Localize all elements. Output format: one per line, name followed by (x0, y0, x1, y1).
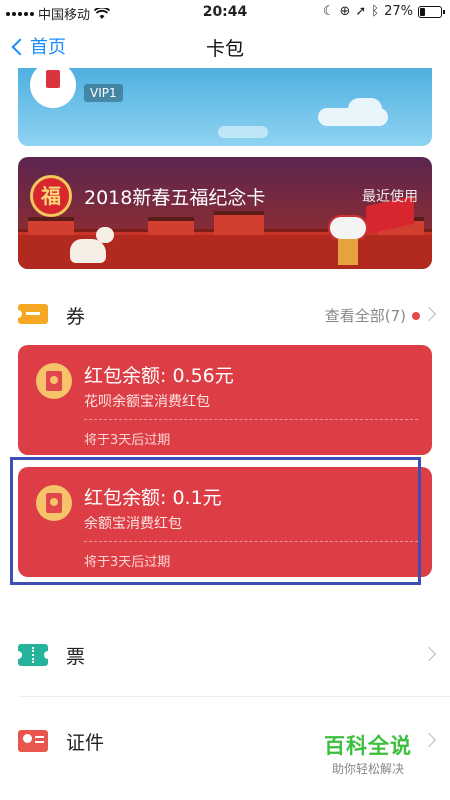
dashed-divider (84, 541, 418, 542)
cloud-decoration (348, 98, 382, 120)
red-packet-icon (36, 485, 72, 521)
ticket-icon (14, 644, 52, 666)
fu-card-title: 2018新春五福纪念卡 (84, 187, 266, 209)
battery-fill (420, 7, 425, 16)
vip-badge: VIP1 (84, 84, 123, 102)
red-packet-description: 花呗余额宝消费红包 (84, 394, 210, 410)
ids-title: 证件 (66, 732, 105, 754)
lion-dance-illustration (328, 215, 368, 265)
rotation-lock-icon: ⊕ (339, 4, 351, 19)
dashed-divider (84, 419, 418, 420)
id-card-icon (18, 730, 48, 752)
chevron-right-icon (421, 306, 437, 322)
red-packet-card[interactable]: 红包余额: 0.56元 花呗余额宝消费红包 将于3天后过期 (18, 345, 432, 455)
location-icon: ➚ (355, 4, 367, 19)
red-packet-description: 余额宝消费红包 (84, 516, 182, 532)
red-packet-expiry: 将于3天后过期 (84, 433, 171, 448)
notification-dot (412, 312, 420, 320)
divider (18, 696, 450, 697)
red-packet-amount: 红包余额: 0.1元 (84, 487, 222, 509)
tickets-row[interactable]: 票 (0, 634, 450, 678)
watermark-title: 百科全说 (324, 734, 412, 758)
chevron-right-icon (421, 732, 437, 748)
chevron-right-icon (421, 646, 437, 662)
watermark: 百科全说 助你轻松解决 (324, 730, 412, 777)
status-right: ☾ ⊕ ➚ ᛒ 27% (322, 4, 445, 19)
status-bar: 中国移动 20:44 ☾ ⊕ ➚ ᛒ 27% (0, 0, 450, 24)
battery-icon (418, 5, 445, 18)
coupons-title: 券 (66, 306, 86, 328)
red-packet-amount: 红包余额: 0.56元 (84, 365, 234, 387)
moon-icon: ☾ (322, 4, 335, 19)
red-packet-expiry: 将于3天后过期 (84, 555, 171, 570)
fu-commemorative-card[interactable]: 福 2018新春五福纪念卡 最近使用 (18, 157, 432, 269)
fu-logo-icon: 福 (30, 175, 72, 217)
dog-illustration (70, 227, 114, 263)
bluetooth-icon: ᛒ (371, 4, 380, 19)
coupon-icon (14, 304, 48, 324)
red-packet-icon (36, 363, 72, 399)
watermark-subtitle: 助你轻松解决 (331, 762, 404, 776)
nav-bar: 首页 卡包 (0, 24, 450, 68)
cloud-decoration (218, 126, 268, 138)
card-logo-icon (30, 68, 76, 108)
page-title: 卡包 (205, 38, 244, 60)
membership-card[interactable]: VIP1 (18, 68, 432, 146)
red-packet-card[interactable]: 红包余额: 0.1元 余额宝消费红包 将于3天后过期 (18, 467, 432, 577)
tickets-title: 票 (66, 646, 86, 668)
coupons-section-header[interactable]: 券 查看全部(7) (0, 294, 450, 338)
recently-used-label: 最近使用 (362, 189, 418, 205)
battery-percent: 27% (384, 4, 413, 19)
view-all-coupons-link[interactable]: 查看全部(7) (325, 305, 406, 326)
